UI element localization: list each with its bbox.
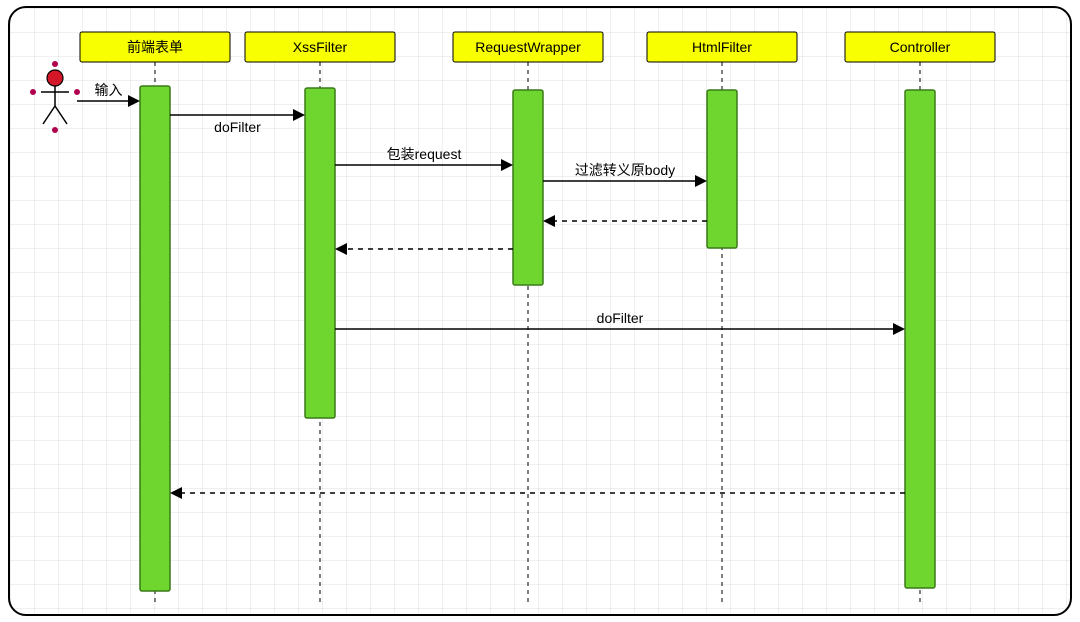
participant-label-p4: HtmlFilter — [692, 39, 752, 55]
sequence-svg: 前端表单 XssFilter RequestWrapper HtmlFilter Con… — [10, 8, 1070, 614]
participant-label-p5: Controller — [890, 39, 951, 55]
sequence-panel: 前端表单 XssFilter RequestWrapper HtmlFilter Con… — [8, 6, 1072, 616]
activation-p4 — [707, 90, 737, 248]
message-m1: 输入 — [95, 82, 123, 98]
diagram-canvas: 前端表单 XssFilter RequestWrapper HtmlFilter Con… — [0, 0, 1080, 622]
activation-p3 — [513, 90, 543, 285]
message-m2: doFilter — [214, 119, 261, 135]
participant-label-p1: 前端表单 — [127, 39, 183, 55]
message-m3: 包装request — [387, 146, 462, 162]
participant-label-p3: RequestWrapper — [475, 39, 581, 55]
activation-p2 — [305, 88, 335, 418]
actor-head-icon — [47, 70, 63, 86]
message-m5: doFilter — [597, 310, 644, 326]
activation-p5 — [905, 90, 935, 588]
message-m4: 过滤转义原body — [575, 162, 675, 178]
participant-label-p2: XssFilter — [293, 39, 348, 55]
activation-p1 — [140, 86, 170, 591]
